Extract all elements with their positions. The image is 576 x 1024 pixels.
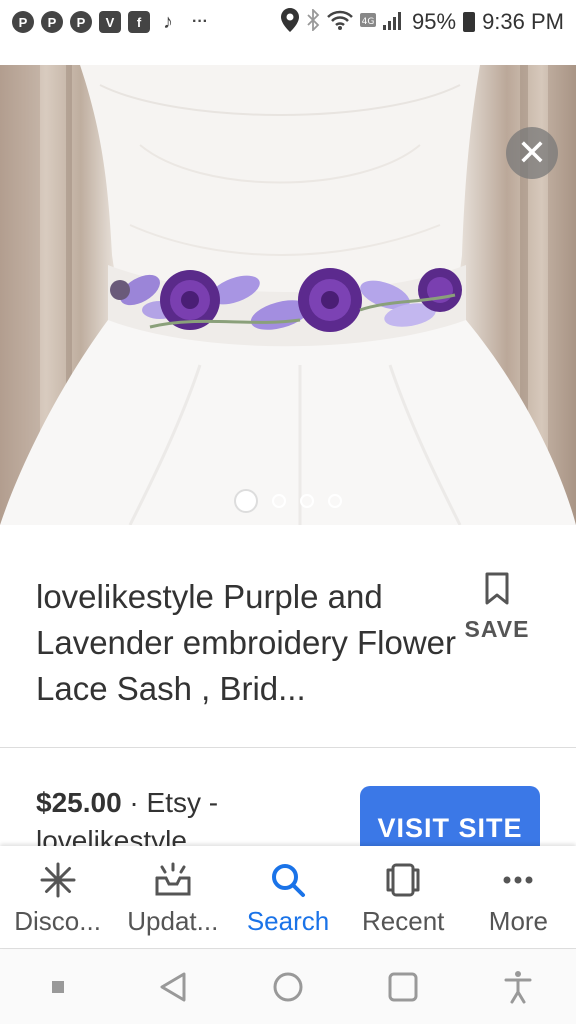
save-button[interactable]: SAVE — [456, 572, 538, 643]
nav-search[interactable]: Search — [230, 846, 345, 948]
more-dots-icon — [500, 862, 536, 898]
search-icon — [270, 862, 306, 898]
tiktok-icon: ♪ — [163, 11, 173, 33]
save-label: SAVE — [464, 616, 530, 642]
status-bar: P P P V f ♪ ··· 4G 95% 9:36 PM — [0, 0, 576, 44]
price-source: $25.00 · Etsy - lovelikestyle — [36, 784, 356, 846]
battery-percent: 95% — [412, 9, 457, 34]
home-icon[interactable] — [258, 957, 318, 1017]
carousel-dot[interactable] — [272, 494, 286, 508]
menu-square-icon[interactable] — [28, 957, 88, 1017]
back-icon[interactable] — [143, 957, 203, 1017]
close-button[interactable]: ✕ — [506, 127, 558, 179]
carousel-dot[interactable] — [328, 494, 342, 508]
nav-label: Recent — [362, 906, 445, 936]
wifi-icon — [327, 10, 353, 35]
nav-updates[interactable]: Updat... — [115, 846, 230, 948]
product-image[interactable]: ✕ — [0, 65, 576, 525]
carousel-dot[interactable] — [300, 494, 314, 508]
updates-inbox-icon — [154, 862, 192, 898]
svg-text:4G: 4G — [362, 17, 375, 27]
carousel-dot[interactable] — [234, 489, 258, 513]
pinterest-icon: P — [12, 11, 34, 33]
pinterest-icon: P — [70, 11, 92, 33]
location-icon — [281, 7, 300, 37]
recents-icon[interactable] — [373, 957, 433, 1017]
divider — [0, 747, 576, 748]
facebook-icon: f — [128, 11, 150, 33]
nav-label: Search — [246, 906, 330, 936]
nav-label: Disco... — [14, 906, 101, 936]
battery-icon — [463, 12, 476, 32]
carousel-indicator — [0, 489, 576, 513]
more-dots-icon: ··· — [192, 13, 208, 30]
lte-icon: 4G — [360, 12, 377, 32]
recent-cards-icon — [384, 862, 422, 898]
nav-recent[interactable]: Recent — [346, 846, 461, 948]
system-nav-bar — [0, 949, 576, 1024]
system-status: 4G 95% 9:36 PM — [281, 7, 564, 37]
nav-more[interactable]: More — [461, 846, 576, 948]
bookmark-icon — [484, 572, 510, 606]
price: $25.00 — [36, 787, 122, 818]
pinterest-icon: P — [41, 11, 63, 33]
nav-label: Updat... — [127, 906, 219, 936]
bluetooth-icon — [306, 7, 320, 36]
accessibility-icon[interactable] — [488, 957, 548, 1017]
nav-discover[interactable]: Disco... — [0, 846, 115, 948]
dress-illustration — [0, 65, 576, 525]
product-title: lovelikestyle Purple and Lavender embroi… — [36, 578, 457, 707]
notification-icons: P P P V f ♪ ··· — [12, 11, 208, 33]
v-icon: V — [99, 11, 121, 33]
close-icon: ✕ — [516, 132, 548, 173]
clock: 9:36 PM — [482, 9, 564, 34]
nav-label: More — [488, 906, 549, 936]
signal-icon — [383, 10, 405, 35]
discover-asterisk-icon — [40, 862, 76, 898]
bottom-nav: Disco... Updat... Search Recent More — [0, 846, 576, 948]
